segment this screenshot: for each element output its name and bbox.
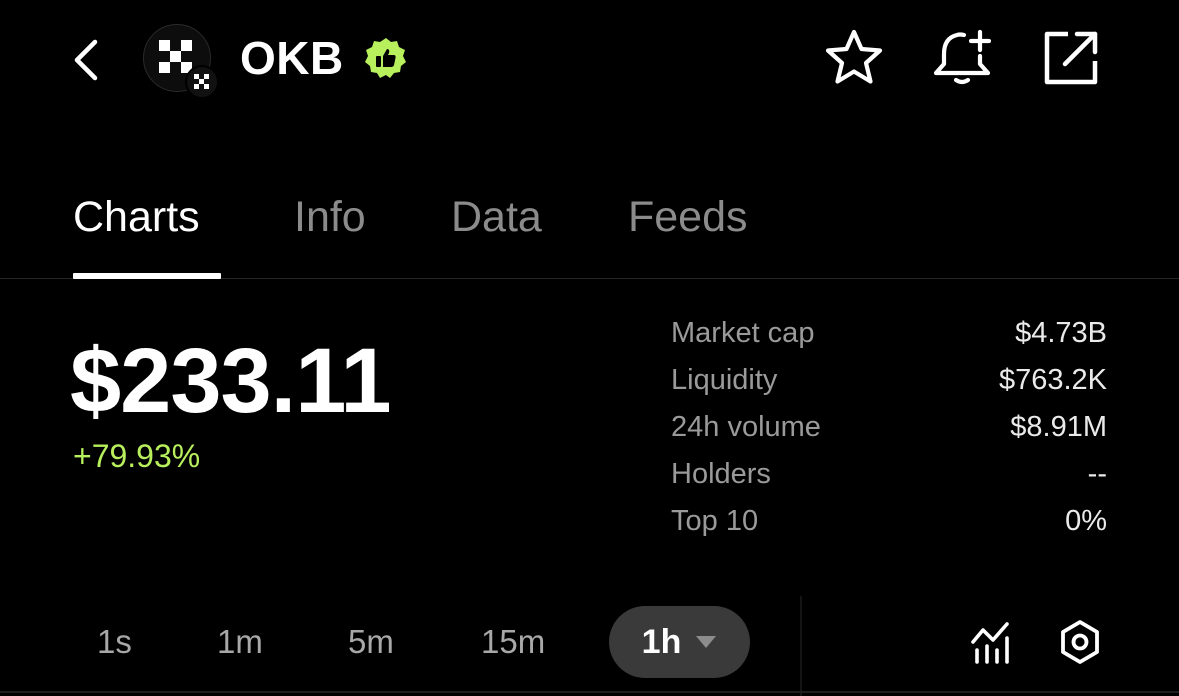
stat-label: Liquidity	[671, 364, 778, 396]
timeframe-5m[interactable]: 5m	[348, 614, 394, 670]
stat-holders: Holders --	[671, 451, 1107, 498]
back-button[interactable]	[58, 30, 114, 90]
stat-label: Market cap	[671, 317, 815, 349]
caret-down-icon	[696, 636, 717, 648]
back-chevron-icon	[74, 39, 98, 81]
tab-feeds[interactable]: Feeds	[628, 192, 748, 242]
star-icon	[825, 29, 883, 84]
timeframe-1m[interactable]: 1m	[217, 614, 263, 670]
toolbar-divider	[800, 596, 802, 696]
price-alert-button[interactable]	[930, 26, 994, 90]
current-price: $233.11	[70, 330, 391, 432]
stat-value: $8.91M	[1010, 411, 1107, 443]
selected-timeframe: 1h	[641, 622, 682, 661]
bell-plus-icon	[933, 29, 992, 85]
okx-chain-badge-icon	[194, 74, 209, 89]
favorite-button[interactable]	[822, 26, 886, 90]
verified-badge	[364, 36, 408, 80]
indicator-chart-icon	[971, 622, 1009, 664]
indicators-button[interactable]	[963, 614, 1019, 670]
share-external-icon	[1044, 31, 1098, 85]
timeframe-15m[interactable]: 15m	[481, 614, 545, 670]
stat-label: Top 10	[671, 505, 759, 537]
share-button[interactable]	[1039, 26, 1103, 90]
stat-value: --	[1087, 458, 1107, 490]
tab-bar: Charts Info Data Feeds	[0, 180, 1179, 279]
stat-market-cap: Market cap $4.73B	[671, 310, 1107, 357]
token-stats: Market cap $4.73B Liquidity $763.2K 24h …	[671, 310, 1107, 545]
stat-value: $4.73B	[1015, 317, 1107, 349]
stat-value: 0%	[1065, 505, 1107, 537]
token-name: OKB	[240, 32, 344, 84]
stat-top-10: Top 10 0%	[671, 498, 1107, 545]
chain-badge	[185, 65, 219, 99]
stat-24h-volume: 24h volume $8.91M	[671, 404, 1107, 451]
stat-value: $763.2K	[998, 364, 1107, 396]
timeframe-1s[interactable]: 1s	[97, 614, 132, 670]
tab-data[interactable]: Data	[451, 192, 542, 242]
tab-info[interactable]: Info	[294, 192, 366, 242]
stat-label: Holders	[671, 458, 771, 490]
stat-liquidity: Liquidity $763.2K	[671, 357, 1107, 404]
verified-thumbs-up-icon	[365, 38, 406, 78]
active-tab-indicator	[73, 273, 221, 279]
settings-hexagon-icon	[1061, 620, 1099, 664]
tab-charts[interactable]: Charts	[73, 192, 200, 242]
chart-settings-button[interactable]	[1052, 614, 1108, 670]
timeframe-selector[interactable]: 1h	[609, 606, 750, 678]
stat-label: 24h volume	[671, 411, 821, 443]
price-change: +79.93%	[73, 438, 201, 474]
chart-top-border	[0, 691, 1179, 693]
